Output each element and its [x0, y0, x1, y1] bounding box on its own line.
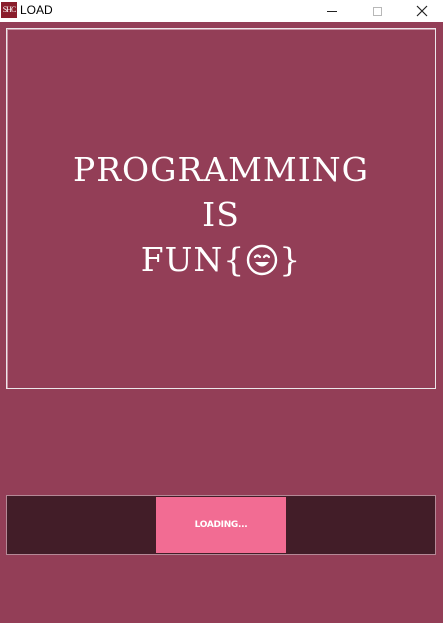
banner-line-2: IS: [202, 195, 240, 234]
close-icon: [416, 5, 428, 17]
smiling-face-icon: [247, 244, 278, 276]
load-window: SHC LOAD PROGRAMMING IS FUN{} LOADING..…: [0, 0, 443, 623]
close-button[interactable]: [400, 0, 443, 22]
title-bar[interactable]: SHC LOAD: [0, 0, 443, 22]
app-icon: SHC: [1, 2, 17, 18]
banner-line-3-prefix: FUN{: [140, 240, 246, 279]
maximize-icon: [372, 6, 382, 16]
progress-label: LOADING...: [194, 520, 248, 530]
minimize-button[interactable]: [310, 0, 354, 22]
progress-indicator: LOADING...: [156, 497, 286, 553]
banner-line-3: FUN{ }: [7, 237, 435, 282]
banner-message: PROGRAMMING IS FUN{ }: [7, 147, 435, 282]
banner-panel: PROGRAMMING IS FUN{ }: [6, 28, 436, 389]
progress-bar: LOADING...: [6, 495, 436, 555]
maximize-button: [355, 0, 399, 22]
banner-line-3-suffix: }: [279, 240, 302, 279]
client-area: PROGRAMMING IS FUN{ } LOADING...: [0, 22, 443, 623]
minimize-icon: [327, 10, 337, 12]
window-title: LOAD: [20, 3, 53, 17]
banner-line-1: PROGRAMMING: [73, 150, 369, 189]
